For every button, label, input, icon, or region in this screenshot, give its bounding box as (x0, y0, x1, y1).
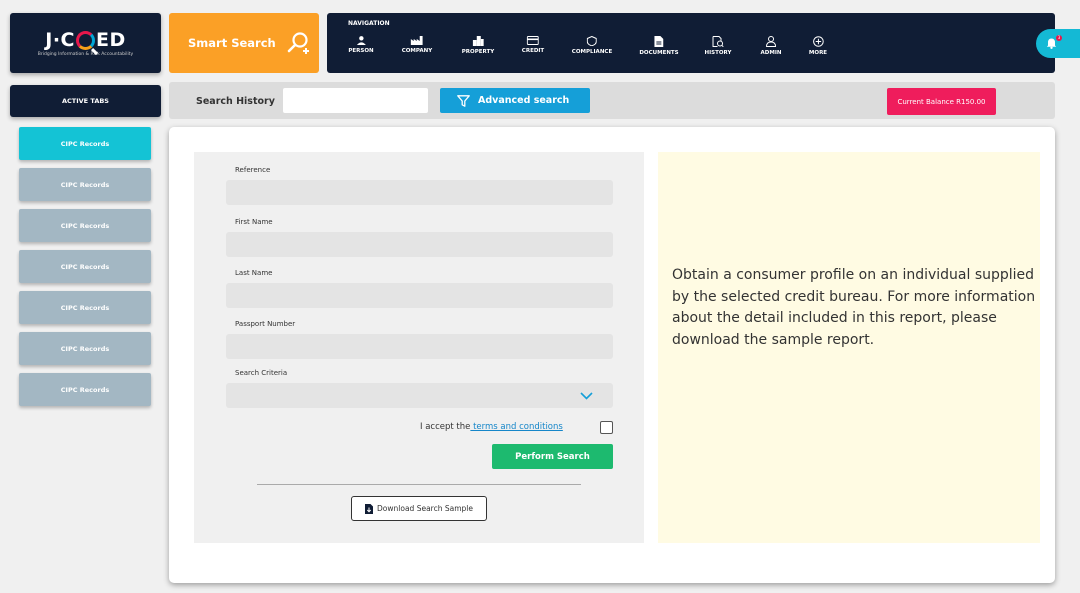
sidebar-tab-cipc-records[interactable]: CIPC Records (19, 291, 151, 324)
passport-number-field[interactable] (226, 334, 613, 359)
info-description: Obtain a consumer profile on an individu… (672, 267, 1036, 348)
nav-item-property[interactable]: PROPERTY (462, 36, 494, 55)
current-balance-badge[interactable]: Current Balance R150.00 (887, 88, 996, 115)
logo-magnifier-icon (75, 30, 95, 50)
nav-item-compliance[interactable]: COMPLIANCE (572, 36, 612, 55)
nav-item-admin[interactable]: ADMIN (760, 36, 782, 56)
sidebar-tab-cipc-records[interactable]: CIPC Records (19, 250, 151, 283)
nav-item-label: MORE (808, 50, 828, 56)
divider (257, 484, 581, 485)
first-name-field[interactable] (226, 232, 613, 257)
document-icon (654, 36, 664, 47)
last-name-label: Last Name (235, 269, 273, 277)
nav-item-credit[interactable]: CREDIT (522, 36, 544, 54)
factory-icon (411, 36, 423, 45)
reference-field[interactable] (226, 180, 613, 205)
first-name-label: First Name (235, 218, 273, 226)
nav-item-label: PROPERTY (461, 49, 495, 55)
nav-item-label: COMPANY (401, 48, 433, 54)
notifications-button[interactable]: 3 (1036, 29, 1080, 58)
terms-link[interactable]: terms and conditions (470, 422, 563, 432)
search-history-input[interactable] (283, 88, 428, 113)
nav-item-label: CREDIT (521, 48, 545, 54)
passport-number-label: Passport Number (235, 320, 296, 328)
nav-item-label: COMPLIANCE (571, 49, 613, 55)
perform-search-button[interactable]: Perform Search (492, 444, 613, 469)
terms-text: I accept the terms and conditions (420, 422, 563, 432)
filter-icon (457, 94, 470, 107)
download-document-icon (365, 503, 374, 514)
advanced-search-button[interactable]: Advanced search (440, 88, 590, 113)
admin-icon (765, 36, 776, 47)
last-name-field[interactable] (226, 283, 613, 308)
logo-wordmark: J·C ED (45, 29, 126, 51)
sidebar-tab-cipc-records[interactable]: CIPC Records (19, 127, 151, 160)
active-tabs-header: ACTIVE TABS (10, 85, 161, 117)
navigation-title: NAVIGATION (348, 20, 390, 27)
plus-circle-icon (812, 36, 824, 47)
nav-item-label: DOCUMENTS (639, 50, 679, 56)
credit-card-icon (527, 36, 539, 45)
sidebar-tab-cipc-records[interactable]: CIPC Records (19, 373, 151, 406)
search-toolbar: Search History Advanced search Current B… (169, 82, 1055, 119)
person-icon (356, 36, 366, 45)
search-criteria-label: Search Criteria (235, 369, 288, 377)
smart-search-button[interactable]: Smart Search (169, 13, 319, 73)
download-sample-button[interactable]: Download Search Sample (351, 496, 487, 521)
navigation-bar: NAVIGATION PERSON COMPANY PROPERTY CREDI… (327, 13, 1055, 73)
search-history-label: Search History (196, 96, 275, 107)
info-panel: Obtain a consumer profile on an individu… (658, 152, 1040, 543)
nav-item-more[interactable]: MORE (809, 36, 827, 56)
nav-item-documents[interactable]: DOCUMENTS (639, 36, 679, 56)
advanced-search-label: Advanced search (478, 95, 570, 106)
nav-item-person[interactable]: PERSON (348, 36, 374, 54)
shield-icon (586, 36, 597, 46)
main-content-card: Reference First Name Last Name Passport … (169, 127, 1055, 583)
chevron-down-icon (580, 392, 593, 400)
download-sample-label: Download Search Sample (377, 504, 473, 513)
nav-item-history[interactable]: HISTORY (704, 36, 732, 56)
building-icon (472, 36, 484, 46)
nav-item-label: PERSON (348, 48, 374, 54)
terms-checkbox[interactable] (600, 421, 613, 434)
search-criteria-select[interactable] (226, 383, 613, 408)
terms-prefix: I accept the (420, 422, 471, 432)
reference-label: Reference (235, 166, 271, 174)
nav-item-label: HISTORY (704, 50, 732, 56)
bell-icon (1046, 38, 1057, 49)
search-form: Reference First Name Last Name Passport … (194, 152, 644, 543)
sidebar-tab-cipc-records[interactable]: CIPC Records (19, 168, 151, 201)
smart-search-label: Smart Search (188, 36, 276, 50)
sidebar-tab-cipc-records[interactable]: CIPC Records (19, 209, 151, 242)
search-plus-icon (287, 32, 309, 54)
sidebar-tab-cipc-records[interactable]: CIPC Records (19, 332, 151, 365)
nav-item-label: ADMIN (760, 50, 782, 56)
history-icon (712, 36, 724, 47)
logo-tagline: Bridging Information & Risk Accountabili… (37, 52, 134, 57)
logo[interactable]: J·C ED Bridging Information & Risk Accoun… (10, 13, 161, 73)
notification-badge: 3 (1056, 35, 1062, 41)
nav-item-company[interactable]: COMPANY (401, 36, 433, 54)
